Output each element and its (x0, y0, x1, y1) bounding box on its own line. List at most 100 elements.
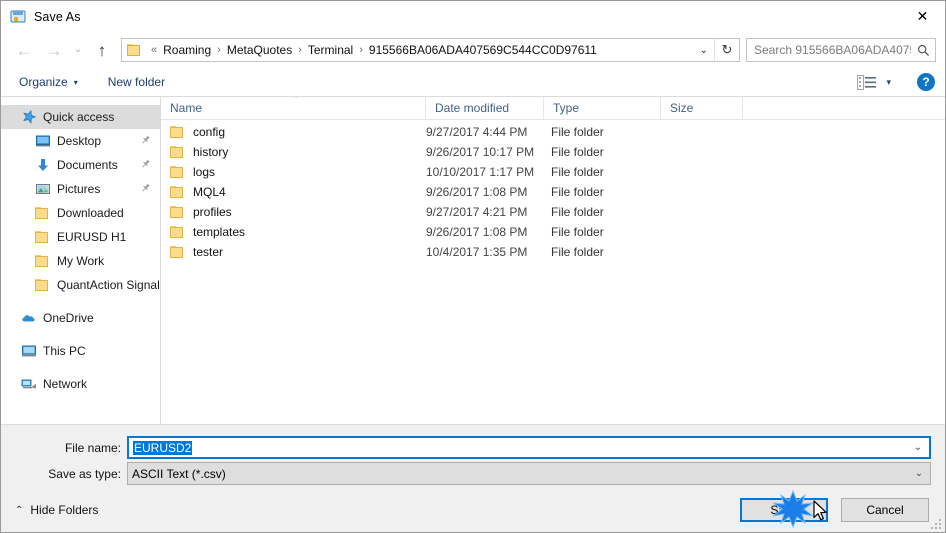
sidebar-item-label: Downloaded (57, 206, 124, 220)
save-button[interactable]: Save (740, 498, 828, 522)
breadcrumb-separator: › (359, 44, 363, 56)
sidebar-item-label: Quick access (43, 110, 115, 124)
dialog-footer: ⌃ Hide Folders Save Cancel (1, 488, 945, 532)
pin-icon[interactable] (136, 156, 154, 174)
chevron-down-icon[interactable]: ▾ (886, 77, 891, 88)
column-header-name[interactable]: Name ⌃ (161, 97, 426, 119)
file-name-cell: config (161, 125, 426, 139)
file-name-label: MQL4 (193, 185, 226, 199)
file-date-cell: 9/27/2017 4:44 PM (426, 125, 528, 139)
up-button[interactable]: ↑ (87, 36, 117, 64)
search-box[interactable]: Search 915566BA06ADA40756... (746, 38, 936, 62)
table-row[interactable]: templates 9/26/2017 1:08 PM File folder (161, 222, 945, 242)
save-as-type-value: ASCII Text (*.csv) (132, 466, 226, 481)
file-name-input[interactable]: EURUSD2 ⌄ (127, 436, 931, 459)
table-row[interactable]: profiles 9/27/2017 4:21 PM File folder (161, 202, 945, 222)
column-header-type[interactable]: Type (544, 97, 661, 119)
pin-icon[interactable] (136, 180, 154, 198)
folder-icon (127, 43, 142, 57)
table-row[interactable]: tester 10/4/2017 1:35 PM File folder (161, 242, 945, 262)
file-name-cell: history (161, 145, 426, 159)
file-name-row: File name: EURUSD2 ⌄ (1, 436, 945, 459)
view-layout-icon[interactable] (857, 74, 877, 90)
sidebar-item-onedrive[interactable]: OneDrive (1, 306, 160, 330)
file-date-cell: 9/26/2017 1:08 PM (426, 185, 528, 199)
back-button[interactable]: ← (9, 36, 39, 64)
file-type-cell: File folder (551, 245, 604, 259)
file-name-value-wrap[interactable]: EURUSD2 (129, 440, 907, 455)
column-header-name-label: Name (170, 101, 203, 115)
folder-icon (35, 205, 51, 221)
sidebar-item-pictures[interactable]: Pictures (1, 177, 160, 201)
file-type-cell: File folder (551, 225, 604, 239)
sidebar-item-this-pc[interactable]: This PC (1, 339, 160, 363)
sidebar-item-label: EURUSD H1 (57, 230, 127, 244)
chevron-down-icon[interactable]: ⌄ (908, 468, 930, 479)
folder-icon (170, 205, 185, 219)
save-as-type-label: Save as type: (48, 466, 121, 481)
chevron-down-icon[interactable]: ⌄ (696, 45, 714, 56)
breadcrumb-item-terminal[interactable]: Terminal (307, 43, 354, 57)
new-folder-button[interactable]: New folder (104, 71, 173, 93)
save-as-type-select[interactable]: ASCII Text (*.csv) ⌄ (127, 462, 931, 485)
navigation-pane: Quick access Desktop Documents Pictures … (1, 97, 161, 424)
forward-button[interactable]: → (39, 36, 69, 64)
column-header-row: Name ⌃ Date modified Type Size (161, 97, 945, 120)
pin-icon[interactable] (136, 132, 154, 150)
toolbar-right-group: ▾ ? (857, 73, 935, 91)
title-bar: Save As ✕ (1, 1, 945, 32)
file-name-label: templates (193, 225, 246, 239)
command-toolbar: Organize ▾ New folder ▾ ? (1, 68, 945, 97)
folder-icon (170, 245, 185, 259)
folder-icon (35, 277, 51, 293)
sidebar-item-quick-access[interactable]: Quick access (1, 105, 160, 129)
breadcrumb-item-roaming[interactable]: Roaming (162, 43, 212, 57)
file-name-label: tester (193, 245, 224, 259)
file-name-cell: tester (161, 245, 426, 259)
resize-grip[interactable] (929, 517, 941, 529)
folder-icon (35, 229, 51, 245)
sidebar-item-documents[interactable]: Documents (1, 153, 160, 177)
new-folder-label: New folder (107, 75, 166, 89)
search-input[interactable]: Search 915566BA06ADA40756... (747, 43, 911, 57)
cloud-icon (21, 310, 37, 326)
file-type-cell: File folder (551, 185, 604, 199)
sidebar-item-label: Desktop (57, 134, 102, 148)
sidebar-item-label: QuantAction Signal (57, 278, 160, 292)
file-type-cell: File folder (551, 165, 604, 179)
table-row[interactable]: logs 10/10/2017 1:17 PM File folder (161, 162, 945, 182)
column-header-size[interactable]: Size (661, 97, 743, 119)
file-name-label: history (193, 145, 229, 159)
help-button[interactable]: ? (917, 73, 935, 91)
sidebar-item-desktop[interactable]: Desktop (1, 129, 160, 153)
sidebar-item-downloaded[interactable]: Downloaded (1, 201, 160, 225)
file-name-cell: templates (161, 225, 426, 239)
sidebar-item-my-work[interactable]: My Work (1, 249, 160, 273)
close-icon[interactable]: ✕ (900, 1, 945, 31)
folder-icon (35, 253, 51, 269)
chevron-up-icon: ⌃ (15, 504, 24, 516)
table-row[interactable]: MQL4 9/26/2017 1:08 PM File folder (161, 182, 945, 202)
file-name-label: File name: (64, 440, 121, 455)
sidebar-item-quantaction-signal[interactable]: QuantAction Signal (1, 273, 160, 297)
breadcrumb-item-terminal-id[interactable]: 915566BA06ADA407569C544CC0D97611 (368, 43, 598, 57)
sidebar-item-eurusd-h1[interactable]: EURUSD H1 (1, 225, 160, 249)
organize-button[interactable]: Organize ▾ (15, 71, 86, 93)
cancel-button[interactable]: Cancel (841, 498, 929, 522)
sidebar-item-network[interactable]: Network (1, 372, 160, 396)
table-row[interactable]: config 9/27/2017 4:44 PM File folder (161, 122, 945, 142)
recent-locations-icon[interactable]: ⌄ (69, 36, 87, 64)
refresh-icon[interactable]: ↻ (715, 39, 739, 61)
table-row[interactable]: history 9/26/2017 10:17 PM File folder (161, 142, 945, 162)
breadcrumb-overflow[interactable]: « (146, 44, 162, 56)
folder-icon (170, 145, 185, 159)
window-title: Save As (34, 9, 81, 24)
hide-folders-button[interactable]: ⌃ Hide Folders (15, 503, 98, 517)
breadcrumb-item-metaquotes[interactable]: MetaQuotes (226, 43, 293, 57)
chevron-down-icon[interactable]: ⌄ (907, 442, 929, 453)
column-header-date-modified[interactable]: Date modified (426, 97, 544, 119)
folder-icon (170, 165, 185, 179)
address-bar[interactable]: « Roaming › MetaQuotes › Terminal › 9155… (121, 38, 740, 62)
sidebar-item-label: This PC (43, 344, 86, 358)
save-as-app-icon (10, 9, 26, 25)
